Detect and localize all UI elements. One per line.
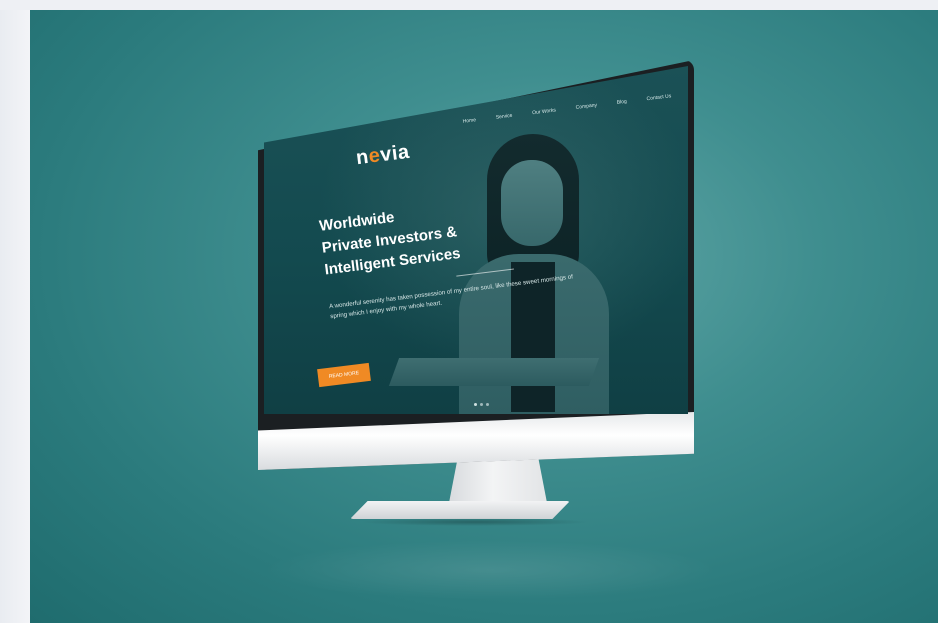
read-more-button[interactable]: READ MORE [317, 362, 371, 388]
nav-item-company[interactable]: Company [575, 102, 597, 111]
hero-title: Worldwide Private Investors & Intelligen… [318, 186, 574, 282]
logo-suffix: via [378, 140, 411, 167]
mockup-stage: nevia Home Service Our Works Company Blo… [30, 10, 938, 623]
monitor-stand-shadow [360, 518, 590, 526]
nav-item-service[interactable]: Service [496, 113, 513, 121]
slider-dots [474, 403, 489, 406]
monitor-stand-base [350, 501, 570, 519]
site-nav: Home Service Our Works Company Blog Cont… [462, 93, 671, 125]
desk-surface [388, 358, 600, 386]
page-top-strip [0, 0, 938, 10]
monitor-screen: nevia Home Service Our Works Company Blo… [264, 66, 688, 414]
monitor: nevia Home Service Our Works Company Blo… [30, 10, 938, 623]
site-logo[interactable]: nevia [355, 141, 411, 170]
slider-dot-2[interactable] [480, 403, 483, 406]
nav-item-home[interactable]: Home [462, 117, 476, 125]
slider-dot-3[interactable] [486, 403, 489, 406]
hero-divider [456, 268, 514, 277]
nav-item-contact-us[interactable]: Contact Us [646, 93, 671, 102]
slider-dot-1[interactable] [474, 403, 477, 406]
nav-item-blog[interactable]: Blog [617, 99, 628, 106]
nav-item-our-works[interactable]: Our Works [532, 107, 556, 116]
page-edge-strip [0, 0, 30, 623]
